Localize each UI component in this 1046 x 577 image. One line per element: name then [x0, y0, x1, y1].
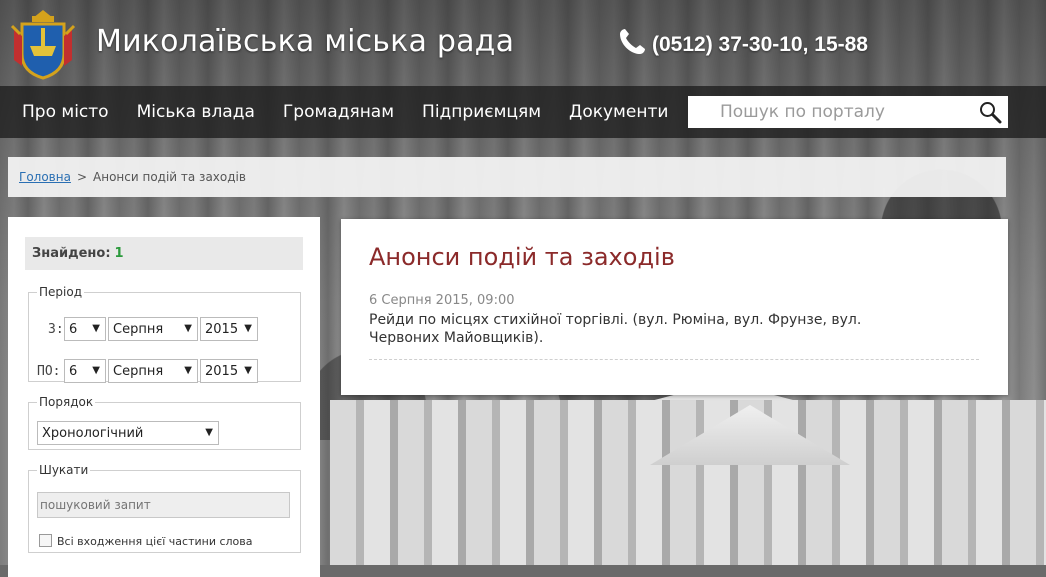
found-label: Знайдено:: [32, 246, 111, 261]
query-input[interactable]: [37, 492, 290, 518]
order-select[interactable]: Хронологічний ▼: [37, 421, 219, 445]
from-year-select[interactable]: 2015 ▼: [200, 317, 258, 341]
breadcrumb-separator: >: [76, 170, 88, 184]
breadcrumb-current: Анонси подій та заходів: [93, 170, 246, 184]
period-legend: Період: [39, 285, 82, 299]
phone-number: (0512) 37-30-10, 15-88: [652, 33, 868, 56]
to-day-value: 6: [69, 363, 78, 379]
site-title[interactable]: Миколаївська міська рада: [96, 24, 514, 59]
city-coat-of-arms-logo[interactable]: [8, 6, 78, 80]
announcements-panel: Анонси подій та заходів 6 Серпня 2015, 0…: [341, 219, 1008, 395]
search-fieldset: Шукати Всі входження цієї частини слова: [28, 463, 301, 553]
chevron-down-icon: ▼: [244, 323, 252, 334]
phone-icon: [616, 26, 648, 64]
breadcrumb-home-link[interactable]: Головна: [19, 170, 71, 184]
to-year-value: 2015: [205, 363, 239, 379]
chevron-down-icon: ▼: [205, 427, 213, 438]
order-legend: Порядок: [39, 395, 94, 409]
event-divider: [369, 359, 979, 360]
partial-match-label[interactable]: Всі входження цієї частини слова: [57, 535, 253, 548]
chevron-down-icon: ▼: [184, 323, 192, 334]
from-month-select[interactable]: Серпня ▼: [108, 317, 198, 341]
nav-item-citizens[interactable]: Громадянам: [269, 102, 408, 122]
nav-item-about-city[interactable]: Про місто: [8, 102, 123, 122]
page-title: Анонси подій та заходів: [369, 243, 675, 271]
to-month-value: Серпня: [113, 363, 164, 379]
event-link[interactable]: Рейди по місцях стихійної торгівлі. (вул…: [369, 311, 909, 347]
search-icon[interactable]: [978, 100, 1002, 124]
found-count: 1: [114, 246, 124, 261]
found-count-bar: Знайдено: 1: [25, 237, 303, 270]
from-day-select[interactable]: 6 ▼: [64, 317, 106, 341]
order-fieldset: Порядок Хронологічний ▼: [28, 395, 301, 450]
to-year-select[interactable]: 2015 ▼: [200, 359, 258, 383]
nav-item-entrepreneurs[interactable]: Підприємцям: [408, 102, 555, 122]
phone-contact: (0512) 37-30-10, 15-88: [616, 26, 868, 64]
from-year-value: 2015: [205, 321, 239, 337]
order-value: Хронологічний: [42, 425, 144, 441]
event-date: 6 Серпня 2015, 09:00: [369, 293, 515, 308]
portal-search: [688, 96, 1008, 128]
main-nav: Про місто Міська влада Громадянам Підпри…: [0, 86, 1046, 138]
header: Миколаївська міська рада (0512) 37-30-10…: [0, 0, 1046, 86]
search-input[interactable]: [688, 96, 1002, 128]
chevron-down-icon: ▼: [184, 365, 192, 376]
chevron-down-icon: ▼: [244, 365, 252, 376]
filters-panel: Знайдено: 1 Період З: 6 ▼ Серпня ▼ 2015 …: [8, 217, 320, 577]
period-from-label: З:: [48, 322, 64, 337]
to-month-select[interactable]: Серпня ▼: [108, 359, 198, 383]
search-legend: Шукати: [39, 463, 89, 477]
period-to-label: ПО:: [37, 364, 61, 379]
from-day-value: 6: [69, 321, 78, 337]
background-building: [330, 400, 1046, 565]
chevron-down-icon: ▼: [92, 323, 100, 334]
chevron-down-icon: ▼: [92, 365, 100, 376]
nav-item-documents[interactable]: Документи: [555, 102, 682, 122]
from-month-value: Серпня: [113, 321, 164, 337]
partial-match-checkbox[interactable]: [39, 534, 52, 547]
period-fieldset: Період З: 6 ▼ Серпня ▼ 2015 ▼ ПО: 6 ▼ Се…: [28, 285, 301, 383]
breadcrumb: Головна > Анонси подій та заходів: [8, 157, 1006, 197]
to-day-select[interactable]: 6 ▼: [64, 359, 106, 383]
nav-item-city-government[interactable]: Міська влада: [123, 102, 269, 122]
